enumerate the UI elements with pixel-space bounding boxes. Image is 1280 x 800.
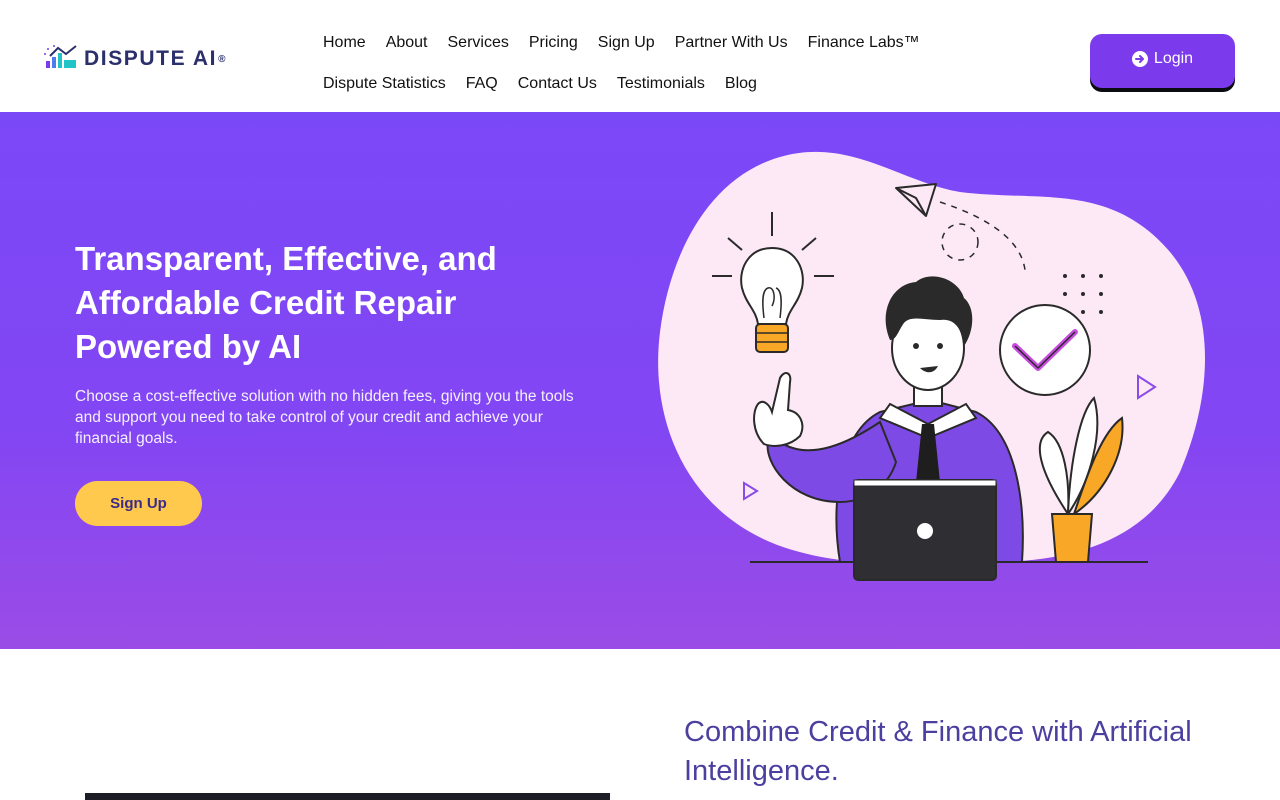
login-button-label: Login (1153, 50, 1194, 67)
nav-row-1: Home About Services Pricing Sign Up Part… (313, 22, 933, 63)
checkmark-circle-icon (999, 304, 1091, 396)
nav-item-testimonials[interactable]: Testimonials (607, 75, 715, 93)
site-header: DISPUTE AI ® Home About Services Pricing… (0, 0, 1280, 112)
nav-item-services[interactable]: Services (438, 34, 519, 52)
nav-item-sign-up[interactable]: Sign Up (588, 34, 665, 52)
arrow-circle-right-icon (1131, 51, 1148, 67)
nav-item-contact-us[interactable]: Contact Us (508, 75, 607, 93)
nav-item-blog[interactable]: Blog (715, 75, 767, 93)
hero-section: Transparent, Effective, and Affordable C… (0, 112, 1280, 649)
hero-illustration (658, 151, 1205, 581)
nav-item-about[interactable]: About (376, 34, 438, 52)
hero-title: Transparent, Effective, and Affordable C… (75, 240, 497, 365)
nav-item-home[interactable]: Home (313, 34, 376, 52)
logo-text: DISPUTE AI (84, 47, 218, 70)
logo-registered-mark: ® (218, 53, 226, 65)
nav-item-finance-labs[interactable]: Finance Labs™ (798, 34, 930, 52)
nav-row-2: Dispute Statistics FAQ Contact Us Testim… (313, 63, 933, 104)
video-frame[interactable] (85, 793, 610, 800)
main-nav: Home About Services Pricing Sign Up Part… (313, 22, 933, 104)
nav-item-dispute-statistics[interactable]: Dispute Statistics (313, 75, 456, 93)
nav-item-pricing[interactable]: Pricing (519, 34, 588, 52)
section-title: Combine Credit & Finance with Artificial… (684, 716, 1192, 787)
logo[interactable]: DISPUTE AI ® (44, 42, 225, 76)
hero-subtitle: Choose a cost-effective solution with no… (75, 388, 574, 447)
logo-mark-icon (44, 45, 77, 68)
nav-item-partner-with-us[interactable]: Partner With Us (665, 34, 798, 52)
hero-sign-up-button[interactable]: Sign Up (75, 481, 202, 526)
login-button[interactable]: Login (1090, 34, 1235, 88)
nav-item-faq[interactable]: FAQ (456, 75, 508, 93)
features-section: Combine Credit & Finance with Artificial… (0, 649, 1280, 800)
